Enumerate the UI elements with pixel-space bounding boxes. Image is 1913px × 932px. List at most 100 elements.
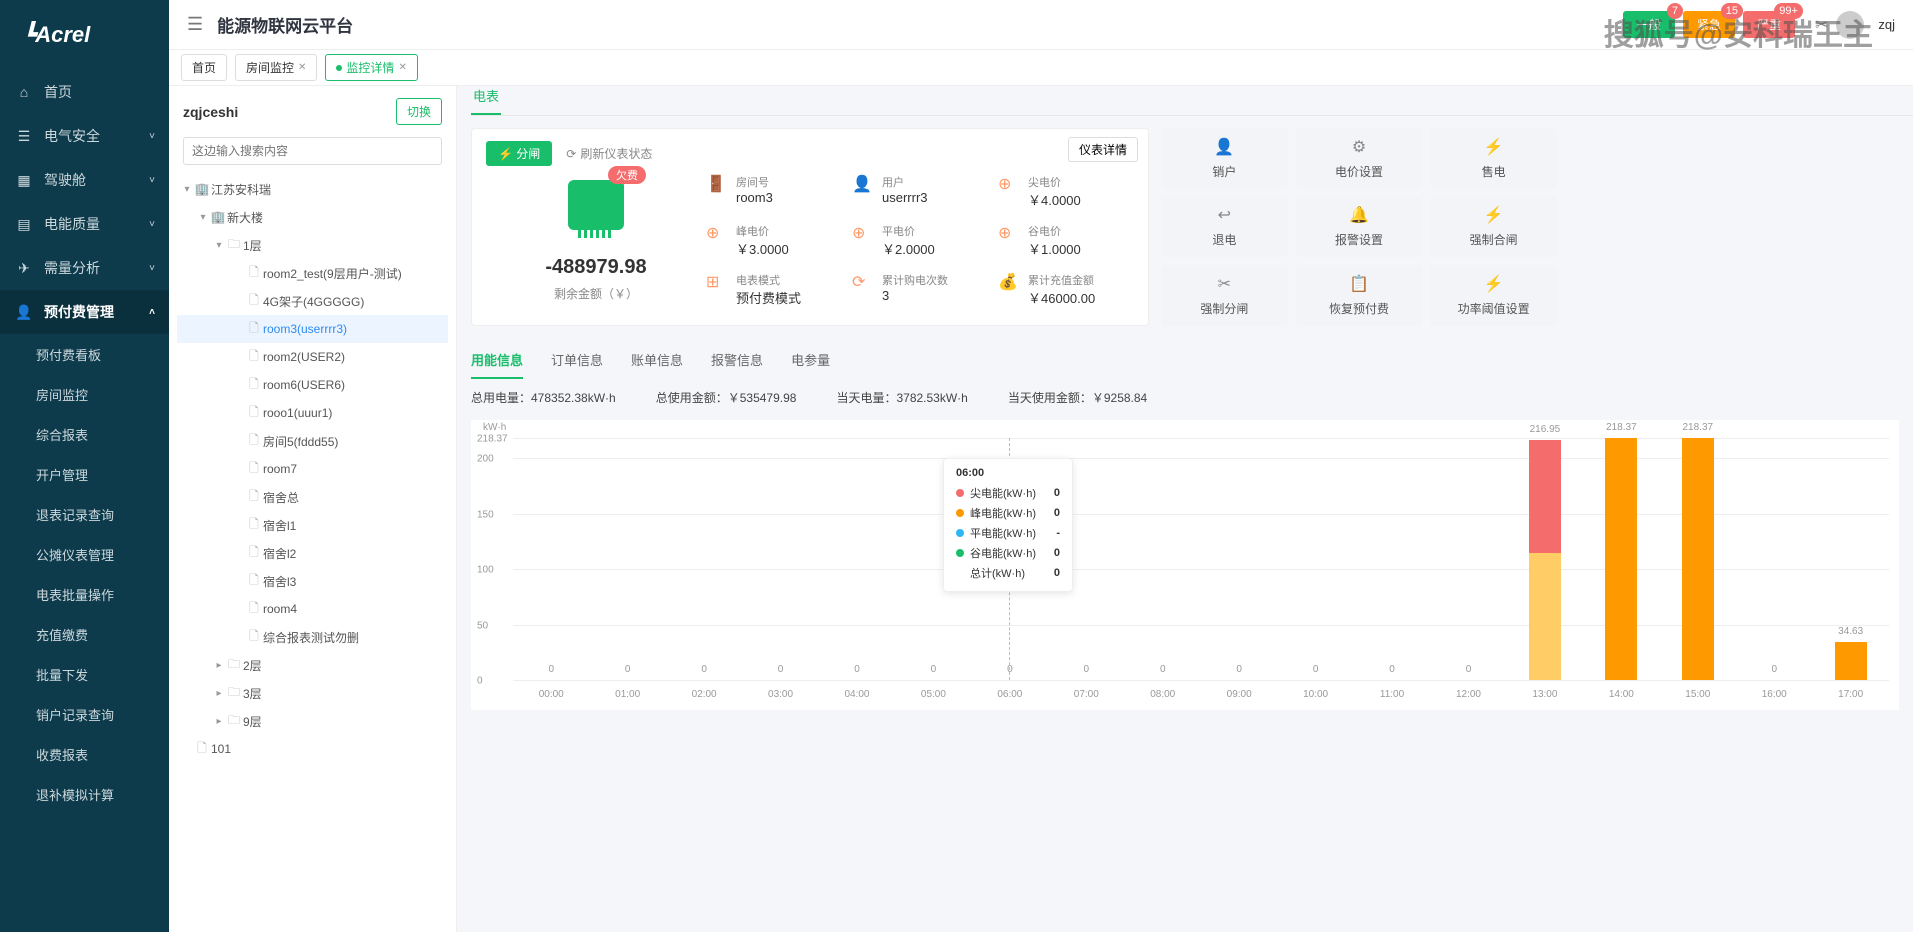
inner-tab[interactable]: 账单信息 [631,350,683,379]
chart-bar[interactable]: 34.63 [1835,642,1867,680]
nav-subitem[interactable]: 退补模拟计算 [0,774,169,814]
user-name[interactable]: zqj [1878,17,1895,32]
button-icon: ⚙ [1352,137,1366,157]
folder-icon: 🗋 [245,627,263,648]
inner-tab[interactable]: 电参量 [791,350,830,379]
page-tab[interactable]: 首页 [181,54,227,81]
tree-search-input[interactable] [183,137,442,165]
stat-item: 当天使用金额：￥9258.84 [1008,389,1147,406]
tree-node[interactable]: 🗋宿舍总 [177,483,448,511]
folder-icon: 🗋 [245,487,263,508]
nav-subitem[interactable]: 开户管理 [0,454,169,494]
expand-icon: ▾ [197,212,209,223]
close-switch-button[interactable]: ⚡ 分闸 [486,141,552,166]
chevron-icon: ˅ [149,131,155,142]
inner-tab[interactable]: 报警信息 [711,350,763,379]
info-icon: ⟳ [852,272,874,294]
tree-node[interactable]: ▾🏢江苏安科瑞 [177,175,448,203]
tree-node[interactable]: 🗋room6(USER6) [177,371,448,399]
tree-node[interactable]: ▸🗀2层 [177,651,448,679]
alert-badge[interactable]: 一般7 [1623,11,1675,38]
nav-item[interactable]: ▦驾驶舱˅ [0,158,169,202]
inner-tab[interactable]: 订单信息 [551,350,603,379]
tree-node[interactable]: ▸🗀9层 [177,707,448,735]
tabs-bar: 首页房间监控✕ 监控详情✕ [169,50,1913,86]
page-tab[interactable]: 监控详情✕ [325,54,417,81]
nav-item[interactable]: ☰电气安全˅ [0,114,169,158]
tree-title: zqjceshi [183,104,238,120]
meter-detail-button[interactable]: 仪表详情 [1068,137,1138,162]
nav-subitem[interactable]: 预付费看板 [0,334,169,374]
nav-item[interactable]: ✈需量分析˅ [0,246,169,290]
folder-icon: 🗋 [245,459,263,480]
folder-icon: 🗋 [245,571,263,592]
folder-icon: 🗋 [245,347,263,368]
tree-node[interactable]: 🗋101 [177,735,448,763]
action-button[interactable]: ↩退电 [1161,197,1288,258]
tree-node[interactable]: 🗋room7 [177,455,448,483]
nav-item[interactable]: ⌂首页 [0,70,169,114]
tree-node[interactable]: 🗋综合报表测试勿删 [177,623,448,651]
action-button[interactable]: ✂强制分闸 [1161,265,1288,326]
action-button[interactable]: ⚡强制合闸 [1430,197,1557,258]
chart-bar[interactable]: 218.37 [1605,438,1637,680]
page-tab[interactable]: 房间监控✕ [235,54,317,81]
chart-unit: kW·h [483,422,506,433]
folder-icon: 🗀 [225,235,243,256]
switch-button[interactable]: 切换 [396,98,442,125]
tree-node[interactable]: 🗋宿舍l3 [177,567,448,595]
close-icon[interactable]: ✕ [398,62,406,73]
tree-node[interactable]: 🗋room3(userrrr3) [177,315,448,343]
nav-subitem[interactable]: 房间监控 [0,374,169,414]
expand-icon: ▸ [213,660,225,671]
info-item: 👤用户userrrr3 [852,174,988,209]
menu-toggle-icon[interactable]: ☰ [187,14,203,35]
tree-node[interactable]: 🗋rooo1(uuur1) [177,399,448,427]
alert-badge[interactable]: 紧急15 [1683,11,1735,38]
tree-node[interactable]: 🗋宿舍l1 [177,511,448,539]
tree-node[interactable]: ▾🗀1层 [177,231,448,259]
tree-node[interactable]: 🗋room2_test(9层用户-测试) [177,259,448,287]
action-button[interactable]: ⚙电价设置 [1296,128,1423,189]
action-button[interactable]: ⚡功率阈值设置 [1430,265,1557,326]
tree-node[interactable]: 🗋宿舍l2 [177,539,448,567]
action-button[interactable]: 📋恢复预付费 [1296,265,1423,326]
action-button[interactable]: 👤销户 [1161,128,1288,189]
inner-tab[interactable]: 用能信息 [471,350,523,379]
nav-icon: ⌂ [14,84,34,100]
info-icon: 🚪 [706,174,728,196]
info-icon: 👤 [852,174,874,196]
chart-bar[interactable]: 218.37 [1682,438,1714,680]
nav-subitem[interactable]: 退表记录查询 [0,494,169,534]
nav-item[interactable]: 👤预付费管理˄ [0,290,169,334]
tree-node[interactable]: ▸🗀3层 [177,679,448,707]
nav-icon: ▤ [14,216,34,233]
nav-subitem[interactable]: 销户记录查询 [0,694,169,734]
button-icon: 📋 [1349,274,1369,294]
tree-node[interactable]: ▾🏢新大楼 [177,203,448,231]
nav-subitem[interactable]: 电表批量操作 [0,574,169,614]
close-icon[interactable]: ✕ [298,62,306,73]
button-icon: ⚡ [1484,274,1504,294]
tree-node[interactable]: 🗋room2(USER2) [177,343,448,371]
alert-badge[interactable]: 严重99+ [1743,11,1795,38]
button-icon: 🔔 [1349,205,1369,225]
tree-node[interactable]: 🗋房间5(fddd55) [177,427,448,455]
nav-subitem[interactable]: 综合报表 [0,414,169,454]
folder-icon: 🗋 [245,515,263,536]
nav-subitem[interactable]: 收费报表 [0,734,169,774]
chart-bar[interactable]: 216.95 [1529,440,1561,680]
tree-node[interactable]: 🗋4G架子(4GGGGG) [177,287,448,315]
screenshot-icon[interactable]: ✂ [1815,15,1828,35]
nav-subitem[interactable]: 批量下发 [0,654,169,694]
chart-tooltip: 06:00尖电能(kW·h)0峰电能(kW·h)0平电能(kW·h)-谷电能(k… [943,458,1073,592]
tree-node[interactable]: 🗋room4 [177,595,448,623]
refresh-status[interactable]: ⟳ 刷新仪表状态 [566,145,652,162]
nav-item[interactable]: ▤电能质量˅ [0,202,169,246]
balance-value: -488979.98 [545,256,646,279]
avatar[interactable] [1836,11,1864,39]
nav-subitem[interactable]: 公摊仪表管理 [0,534,169,574]
action-button[interactable]: ⚡售电 [1430,128,1557,189]
action-button[interactable]: 🔔报警设置 [1296,197,1423,258]
nav-subitem[interactable]: 充值缴费 [0,614,169,654]
